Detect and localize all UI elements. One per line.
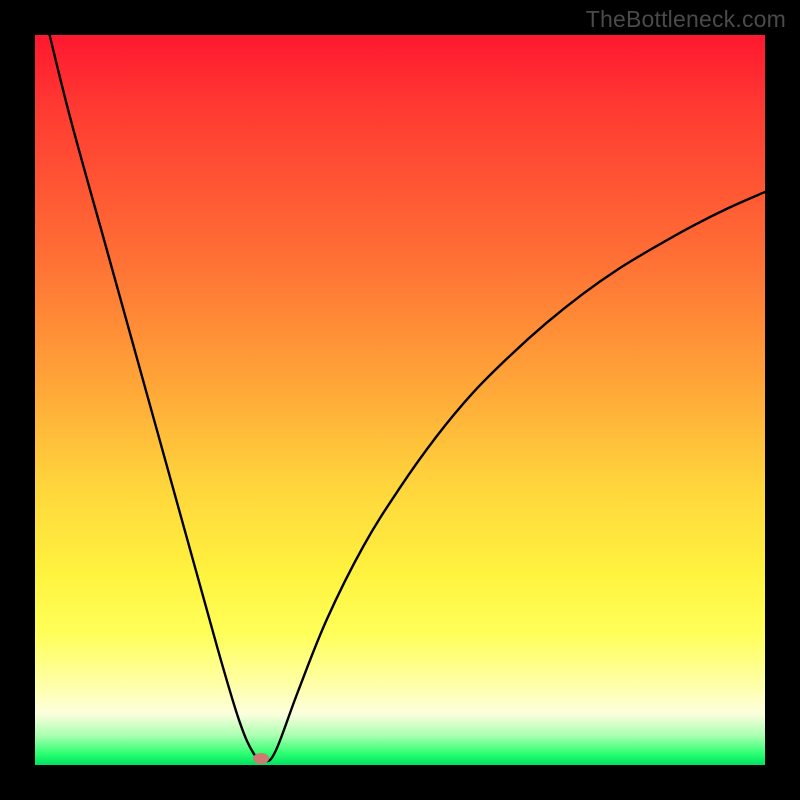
- minimum-marker: [253, 753, 269, 764]
- curve-svg: [35, 35, 765, 765]
- plot-area: [35, 35, 765, 765]
- bottleneck-curve: [50, 35, 765, 762]
- chart-frame: TheBottleneck.com: [0, 0, 800, 800]
- watermark-text: TheBottleneck.com: [586, 6, 786, 33]
